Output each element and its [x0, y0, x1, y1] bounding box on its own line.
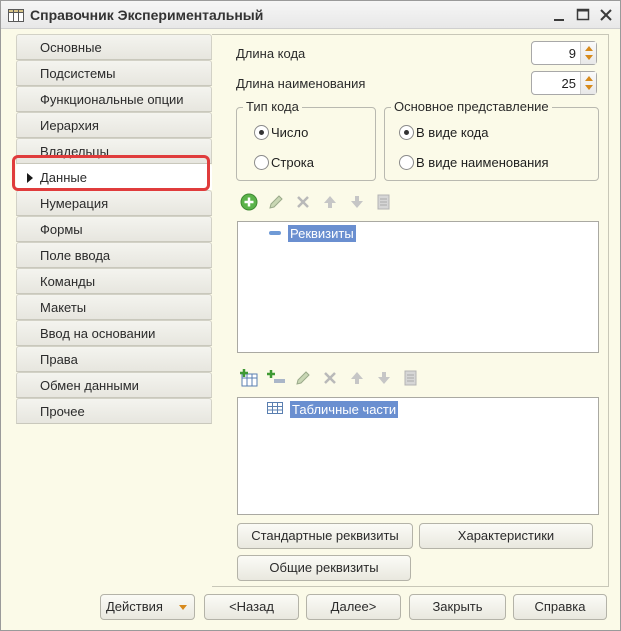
common-attributes-button[interactable]: Общие реквизиты — [237, 555, 411, 581]
delete-icon[interactable] — [320, 368, 340, 388]
sort-icon[interactable] — [374, 192, 394, 212]
code-length-field[interactable]: 9 — [531, 41, 597, 65]
code-type-title: Тип кода — [243, 99, 302, 114]
sort-icon[interactable] — [401, 368, 421, 388]
move-down-icon[interactable] — [347, 192, 367, 212]
maximize-icon[interactable] — [573, 5, 593, 25]
nav-item-rights[interactable]: Права — [16, 346, 212, 372]
code-type-string[interactable]: Строка — [254, 155, 314, 170]
presentation-by-name[interactable]: В виде наименования — [399, 155, 549, 170]
code-type-group: Тип кода Число Строка — [236, 99, 376, 181]
add-icon[interactable] — [239, 192, 259, 212]
nav-item-other[interactable]: Прочее — [16, 398, 212, 424]
presentation-by-code[interactable]: В виде кода — [399, 125, 488, 140]
nav-item-functional-options[interactable]: Функциональные опции — [16, 86, 212, 112]
close-icon[interactable] — [596, 5, 616, 25]
move-up-icon[interactable] — [320, 192, 340, 212]
code-length-label: Длина кода — [236, 46, 306, 61]
up-arrow-icon[interactable] — [585, 46, 593, 51]
name-length-value: 25 — [561, 76, 576, 91]
add-table-icon[interactable] — [239, 368, 259, 388]
window: Справочник Экспериментальный Основные По… — [0, 0, 621, 631]
attributes-toolbar — [239, 192, 394, 212]
name-length-label: Длина наименования — [236, 76, 366, 91]
nav-item-main[interactable]: Основные — [16, 34, 212, 60]
radio-icon[interactable] — [254, 155, 269, 170]
name-length-stepper[interactable] — [580, 72, 596, 94]
radio-icon[interactable] — [399, 155, 414, 170]
nav-item-numbering[interactable]: Нумерация — [16, 190, 212, 216]
attributes-tree[interactable]: Реквизиты — [237, 221, 599, 353]
standard-attributes-button[interactable]: Стандартные реквизиты — [237, 523, 413, 549]
help-button[interactable]: Справка — [513, 594, 607, 620]
tree-node-label: Табличные части — [290, 401, 399, 418]
nav-item-hierarchy[interactable]: Иерархия — [16, 112, 212, 138]
minimize-icon[interactable] — [549, 5, 569, 25]
edit-icon[interactable] — [293, 368, 313, 388]
tabular-sections-tree[interactable]: Табличные части — [237, 397, 599, 515]
data-panel: Длина кода 9 Длина наименования 25 Тип к… — [212, 34, 609, 587]
tree-node-tabular-sections[interactable]: Табличные части — [266, 401, 399, 418]
close-button[interactable]: Закрыть — [409, 594, 506, 620]
sections-nav: Основные Подсистемы Функциональные опции… — [16, 34, 212, 424]
name-length-field[interactable]: 25 — [531, 71, 597, 95]
code-type-number[interactable]: Число — [254, 125, 308, 140]
chevron-down-icon — [179, 605, 187, 610]
title-bar: Справочник Экспериментальный — [1, 1, 620, 29]
down-arrow-icon[interactable] — [585, 85, 593, 90]
nav-item-commands[interactable]: Команды — [16, 268, 212, 294]
nav-item-input-based[interactable]: Ввод на основании — [16, 320, 212, 346]
active-item-highlight — [12, 155, 210, 191]
nav-item-input-field[interactable]: Поле ввода — [16, 242, 212, 268]
nav-item-forms[interactable]: Формы — [16, 216, 212, 242]
back-button[interactable]: <Назад — [204, 594, 299, 620]
main-presentation-title: Основное представление — [391, 99, 552, 114]
tree-node-attributes[interactable]: Реквизиты — [268, 225, 356, 242]
nav-item-templates[interactable]: Макеты — [16, 294, 212, 320]
code-length-value: 9 — [568, 46, 576, 61]
tree-node-label: Реквизиты — [288, 225, 356, 242]
actions-button[interactable]: Действия — [100, 594, 195, 620]
characteristics-button[interactable]: Характеристики — [419, 523, 593, 549]
radio-checked-icon[interactable] — [254, 125, 269, 140]
delete-icon[interactable] — [293, 192, 313, 212]
table-icon — [8, 9, 24, 25]
down-arrow-icon[interactable] — [585, 55, 593, 60]
tabular-section-icon — [266, 401, 284, 418]
window-title: Справочник Экспериментальный — [30, 7, 264, 23]
nav-item-data-exchange[interactable]: Обмен данными — [16, 372, 212, 398]
tabular-toolbar — [239, 368, 421, 388]
add-row-icon[interactable] — [266, 368, 286, 388]
radio-checked-icon[interactable] — [399, 125, 414, 140]
move-down-icon[interactable] — [374, 368, 394, 388]
nav-item-subsystems[interactable]: Подсистемы — [16, 60, 212, 86]
edit-icon[interactable] — [266, 192, 286, 212]
next-button[interactable]: Далее> — [306, 594, 401, 620]
collapse-icon[interactable] — [268, 226, 282, 241]
up-arrow-icon[interactable] — [585, 76, 593, 81]
move-up-icon[interactable] — [347, 368, 367, 388]
code-length-stepper[interactable] — [580, 42, 596, 64]
main-presentation-group: Основное представление В виде кода В вид… — [384, 99, 599, 181]
